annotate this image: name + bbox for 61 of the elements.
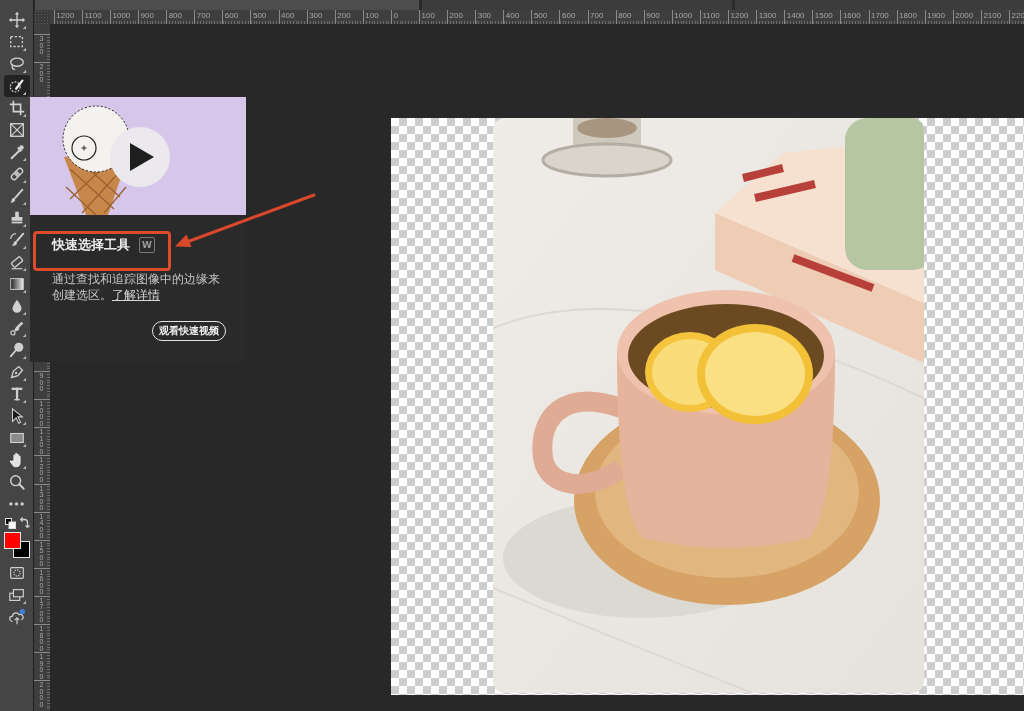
ruler-label: 0	[393, 10, 399, 22]
ruler-label: 500	[252, 10, 268, 22]
ruler-label: 1200	[730, 10, 750, 22]
ruler-label: 600	[224, 10, 240, 22]
hand-icon	[7, 451, 26, 469]
ruler-label: 1900	[927, 10, 946, 22]
ruler-label: 2100	[983, 10, 1003, 22]
color-swatches-icon[interactable]	[3, 532, 30, 558]
description-text: 通过查找和追踪图像中的边缘来创建选区。了解详情	[52, 271, 221, 303]
ruler-label: 200	[449, 10, 464, 22]
dashed-circle-brush-icon	[7, 77, 26, 95]
ruler-label: 700	[590, 10, 605, 22]
brush-with-arc-icon	[7, 231, 26, 249]
ruler-label: 1700	[871, 10, 890, 22]
ruler-label: 500	[533, 10, 549, 22]
crossed-frame-icon	[7, 121, 26, 139]
ruler-label: 220	[1011, 10, 1024, 22]
ruler-label: 300	[309, 10, 324, 22]
ruler-label: 1100	[702, 10, 721, 22]
play-button[interactable]	[110, 127, 170, 187]
move-icon	[7, 11, 26, 29]
learn-more-link[interactable]: 了解详情	[112, 288, 160, 302]
tool-title: 快速选择工具	[52, 237, 130, 253]
brush-cursor-icon	[71, 135, 97, 161]
ruler-label: 800	[618, 10, 633, 22]
more-icon	[9, 502, 24, 506]
ruler-label: 800	[168, 10, 184, 22]
quick-mask-icon	[7, 564, 26, 582]
ruler-label: 100	[365, 10, 380, 22]
share-cloud-icon	[7, 608, 26, 626]
ruler-label: 1000	[674, 10, 694, 22]
dashed-rectangle-icon	[7, 33, 26, 51]
ruler-label: 2000	[955, 10, 975, 22]
lasso-icon	[7, 55, 26, 73]
ruler-label: 1500	[814, 10, 834, 22]
ruler-label: 1600	[842, 10, 862, 22]
default-colors-icon[interactable]	[4, 518, 16, 529]
ruler-label: 300	[477, 10, 493, 22]
ruler-label: 600	[562, 10, 577, 22]
ruler-label: 1800	[899, 10, 918, 22]
ruler-label: 1400	[786, 10, 806, 22]
ruler-label: 400	[281, 10, 296, 22]
shortcut-key: W	[139, 237, 155, 253]
ruler-label: 400	[505, 10, 521, 22]
ruler-label: 900	[646, 10, 661, 22]
brush-with-ring-icon	[7, 319, 26, 337]
tool-button[interactable]	[3, 75, 30, 97]
ruler-label: 100	[421, 10, 436, 22]
ruler-label: 200	[337, 10, 352, 22]
gradient-icon	[7, 275, 26, 293]
ruler-label: 1300	[758, 10, 778, 22]
crop-icon	[7, 99, 26, 117]
ruler-label: 900	[140, 10, 155, 22]
swap-arrow-icon[interactable]	[17, 517, 30, 529]
screen-mode-icon	[7, 586, 26, 604]
ruler-label: 1200	[56, 10, 76, 22]
magnifier-icon	[7, 473, 26, 491]
ruler-label: 1100	[84, 10, 103, 22]
ruler-label: 1000	[112, 10, 132, 22]
ruler-label: 700	[196, 10, 212, 22]
lollipop-icon	[7, 341, 26, 359]
